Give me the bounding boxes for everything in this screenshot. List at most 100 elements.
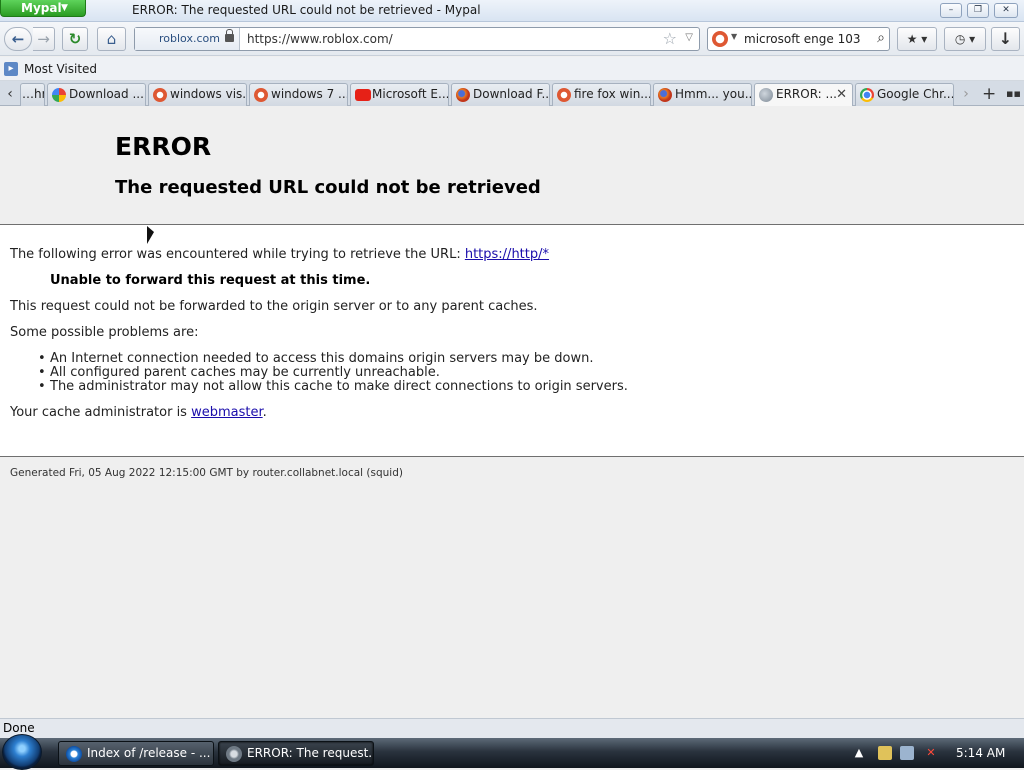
volume-muted-icon[interactable]: ✕ — [924, 746, 938, 760]
google-icon — [52, 88, 66, 102]
duckduckgo-icon — [254, 88, 268, 102]
site-identity-label: roblox.com — [159, 32, 220, 45]
tab-3[interactable]: windows 7 ... — [249, 83, 348, 106]
admin-paragraph: Your cache administrator is webmaster. — [10, 405, 267, 420]
error-details: The following error was encountered whil… — [0, 225, 1024, 456]
generated-footer: Generated Fri, 05 Aug 2022 12:15:00 GMT … — [10, 467, 403, 479]
most-visited-icon: ▸ — [4, 62, 18, 76]
lock-icon — [225, 29, 234, 42]
forward-button[interactable]: → — [33, 27, 55, 51]
app-menu-button[interactable]: Mypal ▼ — [0, 0, 86, 17]
page-title: ERROR — [115, 132, 212, 161]
tab-label: Download ... — [69, 87, 144, 101]
list-item: An Internet connection needed to access … — [38, 352, 628, 366]
detail-paragraph: This request could not be forwarded to t… — [10, 299, 538, 314]
network-icon[interactable] — [900, 746, 914, 760]
close-window-button[interactable]: ✕ — [994, 3, 1018, 18]
close-tab-icon[interactable]: ✕ — [836, 86, 847, 103]
tab-label: …hr... — [22, 87, 45, 101]
intro-text: The following error was encountered whil… — [10, 247, 465, 262]
tab-label: windows vis... — [170, 87, 247, 101]
duckduckgo-icon — [557, 88, 571, 102]
navigation-toolbar: ← → ↻ ⌂ roblox.com https://www.roblox.co… — [0, 22, 1024, 56]
page-content: ERROR The requested URL could not be ret… — [0, 106, 1024, 718]
list-item: All configured parent caches may be curr… — [38, 366, 628, 380]
tab-label: windows 7 ... — [271, 87, 348, 101]
webmaster-link[interactable]: webmaster — [191, 405, 263, 420]
firefox-icon — [456, 88, 470, 102]
list-all-tabs-button[interactable]: ▪▪ — [1006, 87, 1021, 100]
chevron-down-icon[interactable]: ▼ — [731, 32, 737, 41]
taskbar-item-label: Index of /release - ... — [87, 746, 211, 760]
bookmark-star-icon[interactable]: ☆ — [663, 30, 677, 48]
start-button[interactable] — [2, 734, 42, 770]
minimize-button[interactable]: – — [940, 3, 962, 18]
tab-scroll-left-button[interactable]: ‹ — [2, 85, 18, 103]
tab-9[interactable]: Google Chr... — [855, 83, 954, 106]
site-identity-button[interactable]: roblox.com — [135, 28, 240, 50]
window-title: ERROR: The requested URL could not be re… — [132, 3, 481, 17]
page-subtitle: The requested URL could not be retrieved — [115, 177, 541, 198]
tab-2[interactable]: windows vis... — [148, 83, 247, 106]
list-item: The administrator may not allow this cac… — [38, 380, 628, 394]
search-bar[interactable]: ▼ microsoft enge 103 ⌕ — [707, 27, 890, 51]
tab-7[interactable]: Hmm... you... — [653, 83, 752, 106]
back-button[interactable]: ← — [4, 27, 32, 51]
firefox-icon — [658, 88, 672, 102]
youtube-icon — [355, 89, 371, 101]
problems-list: An Internet connection needed to access … — [38, 352, 628, 394]
home-button[interactable]: ⌂ — [97, 27, 126, 51]
search-input[interactable]: microsoft enge 103 — [744, 28, 860, 50]
tab-scroll-right-button[interactable]: › — [958, 85, 974, 103]
tab-label: fire fox win... — [574, 87, 651, 101]
status-text: Done — [3, 721, 35, 735]
tab-1[interactable]: Download ... — [47, 83, 146, 106]
taskbar-item-ie[interactable]: Index of /release - ... — [58, 741, 214, 766]
tab-5[interactable]: Download F... — [451, 83, 550, 106]
restore-button[interactable]: ❐ — [967, 3, 989, 18]
tab-6[interactable]: fire fox win... — [552, 83, 651, 106]
chrome-icon — [860, 88, 874, 102]
divider — [0, 456, 1024, 457]
tab-8-active[interactable]: ERROR: ... ✕ — [754, 83, 853, 107]
show-hidden-icons-button[interactable]: ▲ — [852, 746, 866, 760]
url-input[interactable]: https://www.roblox.com/ — [247, 28, 393, 50]
taskbar-item-mypal[interactable]: ERROR: The request... — [218, 741, 374, 766]
bookmarks-menu-button[interactable]: ★ ▾ — [897, 27, 937, 51]
tab-0[interactable]: …hr... — [20, 83, 45, 106]
taskbar-item-label: ERROR: The request... — [247, 746, 374, 760]
new-tab-button[interactable]: + — [982, 84, 996, 104]
mypal-icon — [226, 746, 242, 762]
history-menu-button[interactable]: ◷ ▾ — [944, 27, 986, 51]
bookmark-label: Most Visited — [24, 62, 98, 76]
search-icon[interactable]: ⌕ — [877, 30, 885, 46]
mouse-cursor-icon — [147, 226, 154, 244]
reload-button[interactable]: ↻ — [62, 27, 88, 51]
internet-explorer-icon — [66, 746, 82, 762]
tab-label: Download F... — [473, 87, 550, 101]
globe-icon — [759, 88, 773, 102]
taskbar: Index of /release - ... ERROR: The reque… — [0, 734, 1024, 770]
bookmarks-toolbar: ▸ Most Visited — [0, 57, 1024, 81]
tab-label: Google Chr... — [877, 87, 954, 101]
url-bar[interactable]: roblox.com https://www.roblox.com/ ☆ ▽ — [134, 27, 700, 51]
tab-label: Microsoft E... — [372, 87, 449, 101]
url-history-dropdown[interactable]: ▽ — [685, 32, 693, 43]
duckduckgo-icon — [153, 88, 167, 102]
clock[interactable]: 5:14 AM — [956, 738, 1005, 768]
app-menu-label: Mypal — [21, 1, 62, 15]
title-bar: Mypal ▼ ERROR: The requested URL could n… — [0, 0, 1024, 22]
duckduckgo-icon[interactable] — [712, 31, 728, 47]
requested-url-link[interactable]: https://http/* — [465, 247, 549, 262]
admin-suffix: . — [262, 405, 267, 420]
status-bar: Done — [0, 718, 1024, 738]
tab-strip: ‹ …hr... Download ... windows vis... win… — [0, 81, 1024, 107]
tab-label: ERROR: ... — [776, 87, 837, 101]
tab-label: Hmm... you... — [675, 87, 752, 101]
intro-paragraph: The following error was encountered whil… — [10, 247, 549, 262]
admin-prefix: Your cache administrator is — [10, 405, 192, 420]
error-reason: Unable to forward this request at this t… — [50, 273, 371, 288]
tab-4[interactable]: Microsoft E... — [350, 83, 449, 106]
security-icon[interactable] — [878, 746, 892, 760]
downloads-button[interactable]: ↓ — [991, 27, 1020, 51]
